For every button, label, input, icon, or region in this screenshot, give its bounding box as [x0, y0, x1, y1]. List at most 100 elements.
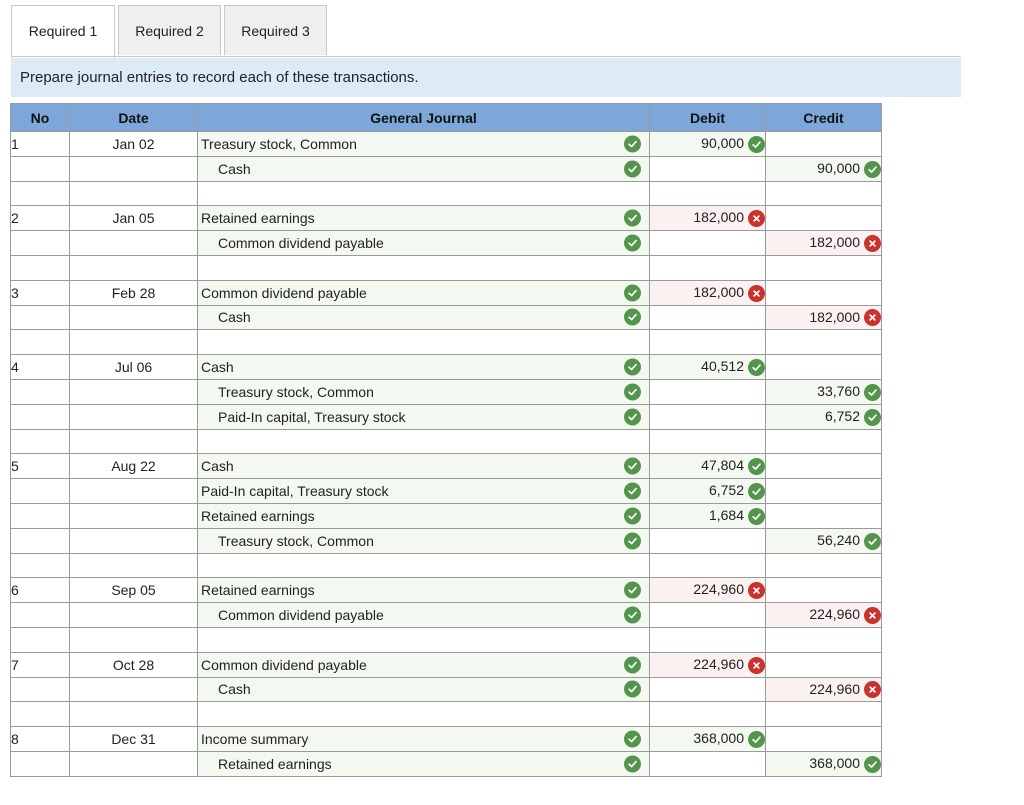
date-cell[interactable]: Jan 02	[70, 132, 198, 157]
account-cell[interactable]: Treasury stock, Common	[198, 379, 650, 404]
credit-cell[interactable]	[766, 652, 882, 677]
debit-cell[interactable]	[650, 702, 766, 727]
debit-cell[interactable]: 224,960	[650, 578, 766, 603]
account-cell[interactable]: Retained earnings	[198, 206, 650, 231]
account-cell[interactable]: Common dividend payable	[198, 652, 650, 677]
date-cell[interactable]	[70, 181, 198, 206]
date-cell[interactable]	[70, 603, 198, 628]
account-cell[interactable]	[198, 553, 650, 578]
date-cell[interactable]: Sep 05	[70, 578, 198, 603]
credit-cell[interactable]	[766, 727, 882, 752]
credit-cell[interactable]	[766, 330, 882, 355]
date-cell[interactable]: Feb 28	[70, 280, 198, 305]
tab-required-1[interactable]: Required 1	[11, 5, 115, 58]
credit-cell[interactable]	[766, 627, 882, 652]
date-cell[interactable]	[70, 404, 198, 429]
credit-cell[interactable]	[766, 132, 882, 157]
account-cell[interactable]: Treasury stock, Common	[198, 528, 650, 553]
date-cell[interactable]	[70, 231, 198, 256]
debit-cell[interactable]	[650, 231, 766, 256]
debit-cell[interactable]	[650, 404, 766, 429]
debit-cell[interactable]	[650, 330, 766, 355]
account-cell[interactable]	[198, 181, 650, 206]
credit-cell[interactable]	[766, 553, 882, 578]
debit-cell[interactable]	[650, 156, 766, 181]
date-cell[interactable]: Jan 05	[70, 206, 198, 231]
date-cell[interactable]	[70, 751, 198, 776]
debit-cell[interactable]: 40,512	[650, 355, 766, 380]
account-cell[interactable]	[198, 702, 650, 727]
credit-cell[interactable]: 56,240	[766, 528, 882, 553]
debit-cell[interactable]	[650, 429, 766, 454]
account-cell[interactable]: Common dividend payable	[198, 280, 650, 305]
date-cell[interactable]	[70, 677, 198, 702]
date-cell[interactable]	[70, 330, 198, 355]
account-cell[interactable]: Paid-In capital, Treasury stock	[198, 479, 650, 504]
date-cell[interactable]: Dec 31	[70, 727, 198, 752]
debit-cell[interactable]	[650, 305, 766, 330]
account-cell[interactable]: Cash	[198, 156, 650, 181]
account-cell[interactable]: Retained earnings	[198, 503, 650, 528]
account-cell[interactable]: Retained earnings	[198, 578, 650, 603]
debit-cell[interactable]	[650, 379, 766, 404]
account-cell[interactable]	[198, 330, 650, 355]
credit-cell[interactable]	[766, 280, 882, 305]
account-cell[interactable]	[198, 255, 650, 280]
credit-cell[interactable]: 90,000	[766, 156, 882, 181]
date-cell[interactable]	[70, 156, 198, 181]
date-cell[interactable]	[70, 553, 198, 578]
account-cell[interactable]: Common dividend payable	[198, 231, 650, 256]
date-cell[interactable]	[70, 702, 198, 727]
debit-cell[interactable]: 1,684	[650, 503, 766, 528]
credit-cell[interactable]	[766, 255, 882, 280]
debit-cell[interactable]	[650, 603, 766, 628]
account-cell[interactable]: Cash	[198, 677, 650, 702]
account-cell[interactable]: Income summary	[198, 727, 650, 752]
tab-required-3[interactable]: Required 3	[224, 5, 327, 55]
account-cell[interactable]: Cash	[198, 454, 650, 479]
date-cell[interactable]: Jul 06	[70, 355, 198, 380]
debit-cell[interactable]	[650, 751, 766, 776]
date-cell[interactable]: Aug 22	[70, 454, 198, 479]
account-cell[interactable]: Cash	[198, 355, 650, 380]
credit-cell[interactable]: 182,000	[766, 305, 882, 330]
credit-cell[interactable]: 224,960	[766, 677, 882, 702]
debit-cell[interactable]: 182,000	[650, 280, 766, 305]
credit-cell[interactable]: 33,760	[766, 379, 882, 404]
debit-cell[interactable]	[650, 255, 766, 280]
account-cell[interactable]: Paid-In capital, Treasury stock	[198, 404, 650, 429]
credit-cell[interactable]	[766, 503, 882, 528]
credit-cell[interactable]	[766, 429, 882, 454]
debit-cell[interactable]: 182,000	[650, 206, 766, 231]
credit-cell[interactable]	[766, 181, 882, 206]
account-cell[interactable]: Treasury stock, Common	[198, 132, 650, 157]
tab-required-2[interactable]: Required 2	[118, 5, 221, 55]
debit-cell[interactable]: 6,752	[650, 479, 766, 504]
debit-cell[interactable]	[650, 181, 766, 206]
date-cell[interactable]	[70, 528, 198, 553]
credit-cell[interactable]: 368,000	[766, 751, 882, 776]
credit-cell[interactable]	[766, 355, 882, 380]
debit-cell[interactable]	[650, 553, 766, 578]
date-cell[interactable]	[70, 379, 198, 404]
account-cell[interactable]: Retained earnings	[198, 751, 650, 776]
date-cell[interactable]	[70, 503, 198, 528]
credit-cell[interactable]	[766, 206, 882, 231]
debit-cell[interactable]: 368,000	[650, 727, 766, 752]
credit-cell[interactable]	[766, 702, 882, 727]
credit-cell[interactable]	[766, 454, 882, 479]
credit-cell[interactable]	[766, 578, 882, 603]
date-cell[interactable]	[70, 479, 198, 504]
debit-cell[interactable]: 47,804	[650, 454, 766, 479]
account-cell[interactable]: Common dividend payable	[198, 603, 650, 628]
date-cell[interactable]	[70, 255, 198, 280]
account-cell[interactable]	[198, 429, 650, 454]
debit-cell[interactable]: 224,960	[650, 652, 766, 677]
debit-cell[interactable]	[650, 528, 766, 553]
date-cell[interactable]: Oct 28	[70, 652, 198, 677]
debit-cell[interactable]	[650, 677, 766, 702]
date-cell[interactable]	[70, 429, 198, 454]
account-cell[interactable]: Cash	[198, 305, 650, 330]
credit-cell[interactable]: 6,752	[766, 404, 882, 429]
credit-cell[interactable]: 182,000	[766, 231, 882, 256]
